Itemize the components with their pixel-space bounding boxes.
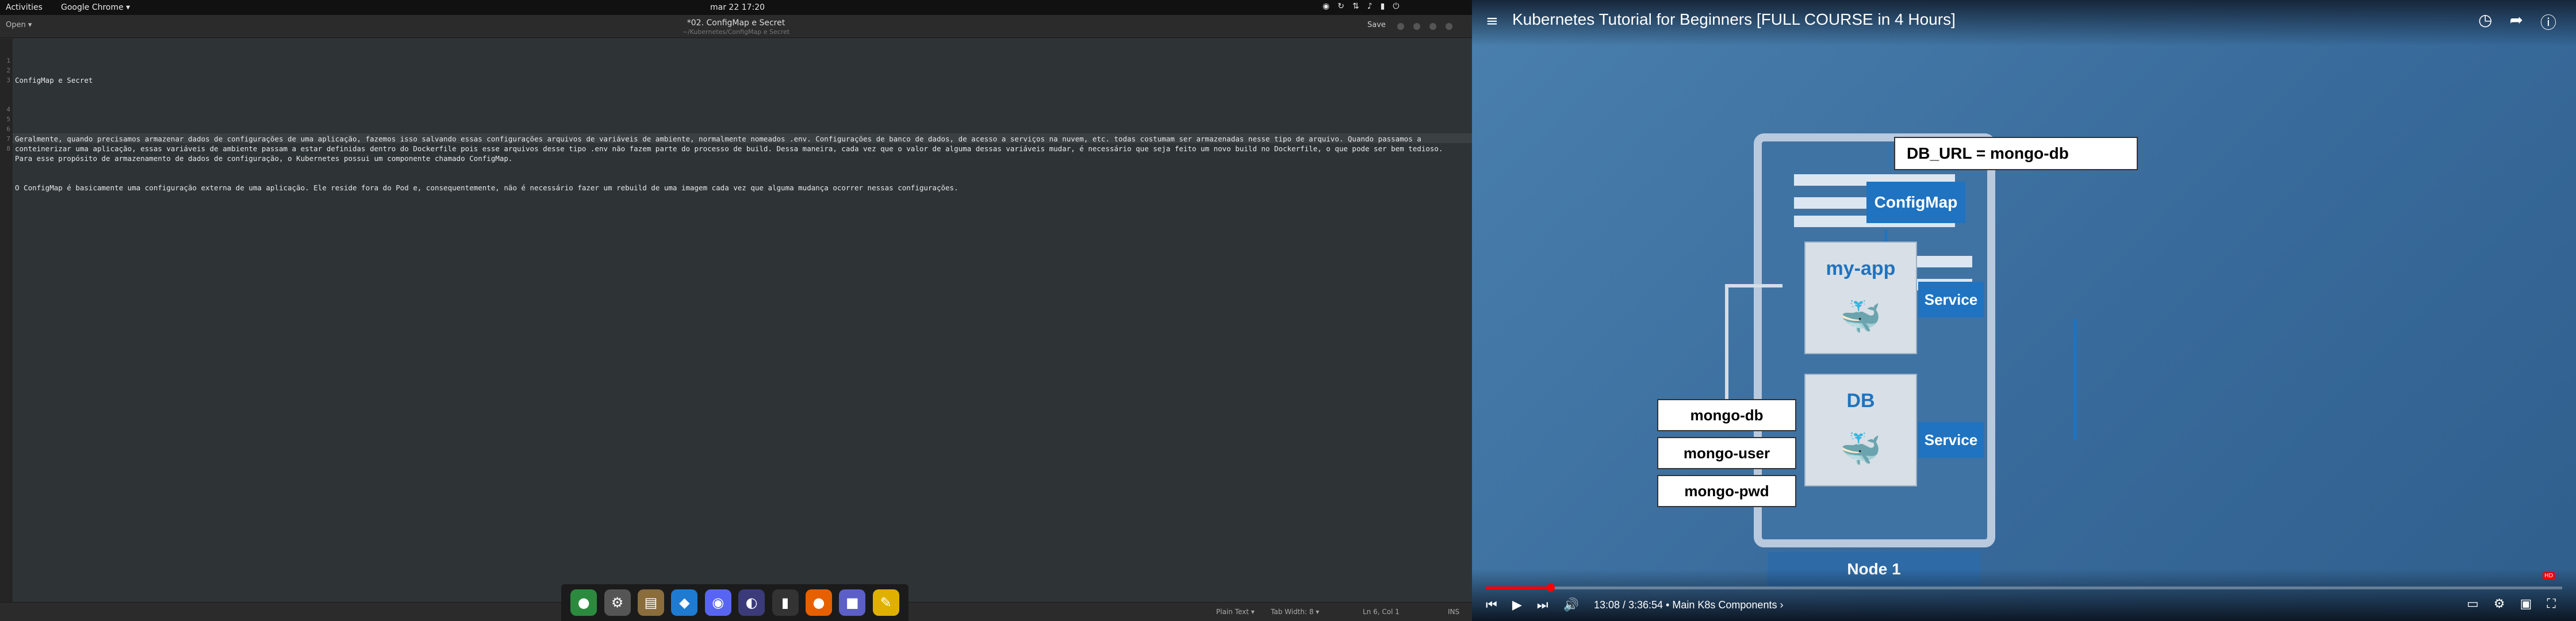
video-frame[interactable] [1472, 0, 2576, 621]
app-menu[interactable]: Google Chrome ▾ [61, 3, 130, 12]
close-icon[interactable] [1446, 23, 1452, 30]
cursor-position[interactable]: Ln 6, Col 1 [1363, 608, 1400, 616]
secret-item-mongo-user: mongo-user [1657, 437, 1796, 469]
firefox-icon[interactable]: ● [805, 589, 832, 616]
dock: ● ⚙ ▤ ◆ ◉ ◐ ▮ ● ■ ✎ [561, 584, 908, 621]
text-line: ConfigMap e Secret [15, 76, 93, 85]
db-pod-label: DB [1846, 390, 1875, 412]
connector-line [2073, 319, 2077, 440]
line-number: 2 [6, 67, 10, 74]
connector-line [1725, 284, 1728, 399]
line-number: 7 [6, 135, 10, 143]
connector-line [1725, 284, 1782, 288]
line-number: 5 [6, 116, 10, 123]
line-number: 8 [6, 145, 10, 152]
video-title[interactable]: Kubernetes Tutorial for Beginners [FULL … [1512, 10, 1956, 29]
playlist-icon[interactable]: ≡ [1486, 13, 1498, 30]
insert-mode: INS [1448, 608, 1460, 616]
text-line: Geralmente, quando precisamos armazenar … [15, 135, 1447, 163]
editor-area[interactable]: 1 2 3 4 5 6 7 8 ConfigMap e Secret Geral… [0, 39, 1472, 602]
settings-icon[interactable]: ⚙ [2494, 597, 2505, 611]
save-button[interactable]: Save [1367, 21, 1386, 29]
line-number: 3 [6, 76, 10, 84]
battery-icon[interactable]: ▮ [1381, 2, 1385, 11]
activities-button[interactable]: Activities [6, 3, 43, 12]
line-number: 1 [6, 57, 10, 64]
next-icon[interactable]: ⏭ [1537, 598, 1548, 612]
service-box-top: Service [1918, 282, 1984, 317]
network-icon[interactable]: ⇅ [1352, 2, 1359, 11]
docker-whale-icon: 🐳 [1839, 297, 1882, 336]
document-path: ~/Kubernetes/ConfigMap e Secret [682, 28, 790, 36]
time-display[interactable]: 13:08 / 3:36:54 • Main K8s Components › [1594, 599, 1784, 611]
tab-width-selector[interactable]: Tab Width: 8 ▾ [1271, 608, 1319, 616]
fullscreen-icon[interactable]: ⛶ [2547, 597, 2555, 611]
line-number: 4 [6, 106, 10, 113]
docker-whale-icon: 🐳 [1839, 430, 1882, 469]
configmap-box: ConfigMap [1866, 182, 1965, 223]
language-selector[interactable]: Plain Text ▾ [1216, 608, 1255, 616]
terminal-icon[interactable]: ▮ [772, 589, 799, 616]
line-number: 6 [6, 125, 10, 133]
db-pod: DB 🐳 [1804, 374, 1917, 486]
top-bar: Activities Google Chrome ▾ mar 22 17:20 … [0, 0, 1472, 15]
share-icon[interactable]: ➦ [2509, 10, 2523, 33]
teams-icon[interactable]: ■ [839, 589, 866, 616]
text-line [15, 105, 1464, 114]
minimize-icon[interactable] [1413, 23, 1420, 30]
updates-icon[interactable]: ↻ [1337, 2, 1344, 11]
info-icon[interactable]: ⓘ [2540, 10, 2556, 33]
text-editor-window: Open ▾ *02. ConfigMap e Secret ~/Kuberne… [0, 15, 1472, 621]
play-icon[interactable]: ▶ [1512, 598, 1522, 612]
discord-icon[interactable]: ◉ [704, 589, 731, 616]
vscode-icon[interactable]: ◆ [671, 589, 698, 616]
secret-item-mongo-pwd: mongo-pwd [1657, 475, 1796, 507]
document-title: *02. ConfigMap e Secret [687, 18, 785, 28]
menu-icon[interactable] [1397, 23, 1404, 30]
editor-header-bar: Open ▾ *02. ConfigMap e Secret ~/Kuberne… [0, 15, 1472, 38]
eclipse-icon[interactable]: ◐ [738, 589, 765, 616]
subtitles-icon[interactable]: ▭ [2467, 597, 2479, 611]
volume-icon[interactable]: ♪ [1367, 2, 1373, 11]
miniplayer-icon[interactable]: ▣ [2520, 597, 2532, 611]
service-box-bottom: Service [1918, 422, 1984, 458]
power-icon[interactable]: ⏻ [1393, 2, 1399, 11]
db-url-label: DB_URL = mongo-db [1894, 137, 2138, 170]
secret-item-mongo-db: mongo-db [1657, 399, 1796, 431]
progress-bar[interactable] [1486, 584, 2562, 592]
progress-played [1486, 586, 1551, 589]
line-number-gutter: 1 2 3 4 5 6 7 8 [0, 39, 13, 602]
volume-icon[interactable]: 🔊 [1563, 598, 1579, 612]
discord-tray-icon[interactable]: ◉ [1322, 2, 1329, 11]
text-line: O ConfigMap é basicamente uma configuraç… [15, 183, 959, 192]
watch-later-icon[interactable]: ◷ [2478, 10, 2492, 33]
chrome-icon[interactable]: ● [570, 589, 597, 616]
document-text[interactable]: ConfigMap e Secret Geralmente, quando pr… [15, 56, 1464, 212]
decor-line [1909, 256, 1972, 267]
window-controls [1397, 23, 1452, 30]
files-icon[interactable]: ▤ [637, 589, 664, 616]
text-editor-icon[interactable]: ✎ [872, 589, 899, 616]
settings-icon[interactable]: ⚙ [604, 589, 631, 616]
hd-badge: HD [2543, 572, 2555, 580]
app-pod: my-app 🐳 [1804, 241, 1917, 354]
previous-icon[interactable]: ⏮ [1486, 598, 1497, 612]
app-pod-label: my-app [1826, 258, 1896, 279]
maximize-icon[interactable] [1429, 23, 1436, 30]
clock[interactable]: mar 22 17:20 [710, 3, 765, 12]
system-tray[interactable]: ◉ ↻ ⇅ ♪ ▮ ⏻ [1322, 2, 1399, 11]
video-player[interactable]: DB_URL = mongo-db ConfigMap my-app 🐳 DB … [1472, 0, 2576, 621]
